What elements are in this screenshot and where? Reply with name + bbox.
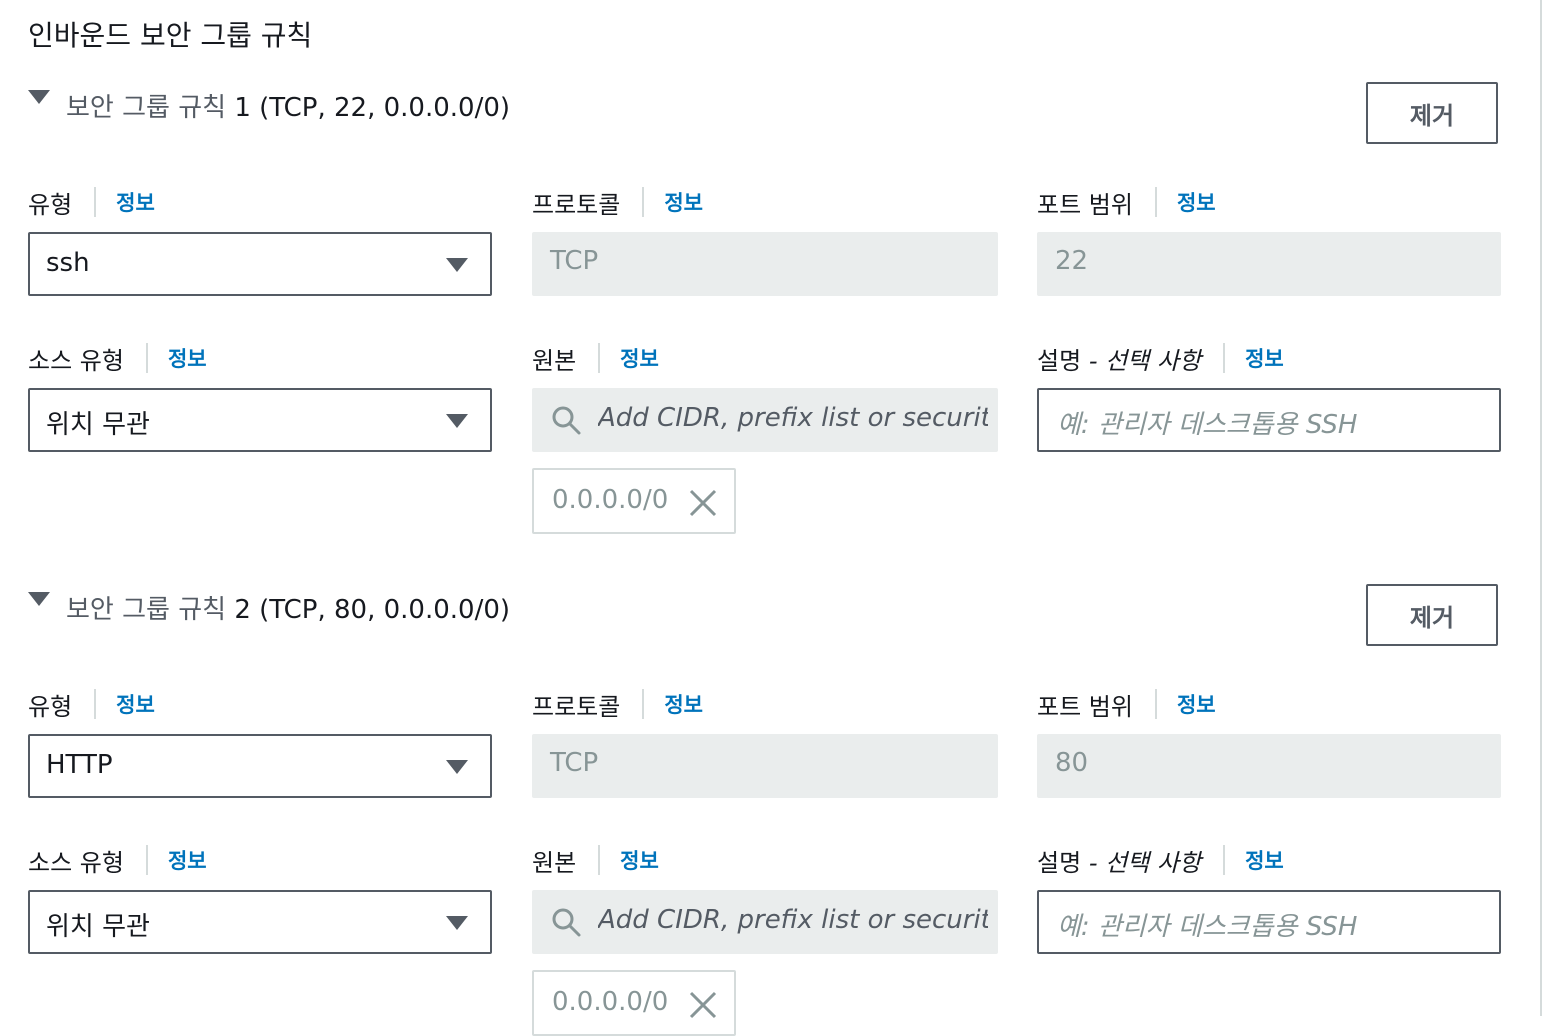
source-search-input[interactable]: Add CIDR, prefix list or security	[532, 388, 998, 452]
type-info-link[interactable]: 정보	[116, 689, 155, 719]
close-icon[interactable]	[688, 488, 718, 522]
source-type-info-link[interactable]: 정보	[168, 343, 207, 373]
port-range-info-link[interactable]: 정보	[1177, 689, 1216, 719]
dropdown-arrow-icon	[446, 414, 468, 428]
dropdown-arrow-icon	[446, 760, 468, 774]
source-type-select[interactable]: 위치 무관	[28, 890, 492, 954]
port-range-readonly-input: 80	[1037, 734, 1501, 798]
protocol-label: 프로토콜	[532, 190, 621, 219]
security-group-rule-2: 보안 그룹 규칙 2 (TCP, 80, 0.0.0.0/0) 제거 유형 정보 …	[0, 584, 1542, 1036]
type-select[interactable]: HTTP	[28, 734, 492, 798]
port-range-label: 포트 범위	[1037, 190, 1133, 219]
close-icon[interactable]	[688, 990, 718, 1024]
description-input[interactable]: 예: 관리자 데스크톱용 SSH	[1037, 890, 1501, 954]
protocol-info-link[interactable]: 정보	[664, 689, 703, 719]
type-label: 유형	[28, 692, 73, 721]
type-label: 유형	[28, 190, 73, 219]
description-info-link[interactable]: 정보	[1245, 343, 1284, 373]
security-group-rule-1: 보안 그룹 규칙 1 (TCP, 22, 0.0.0.0/0) 제거 유형 정보 …	[0, 82, 1542, 534]
description-input[interactable]: 예: 관리자 데스크톱용 SSH	[1037, 388, 1501, 452]
source-type-info-link[interactable]: 정보	[168, 845, 207, 875]
description-info-link[interactable]: 정보	[1245, 845, 1284, 875]
search-icon	[550, 906, 582, 942]
rule-header: 보안 그룹 규칙 1 (TCP, 22, 0.0.0.0/0) 제거	[28, 82, 1508, 144]
type-select[interactable]: ssh	[28, 232, 492, 296]
source-info-link[interactable]: 정보	[620, 845, 659, 875]
rule-header: 보안 그룹 규칙 2 (TCP, 80, 0.0.0.0/0) 제거	[28, 584, 1508, 646]
caret-down-icon[interactable]	[28, 90, 50, 104]
cidr-token: 0.0.0.0/0	[532, 970, 736, 1036]
protocol-readonly-input: TCP	[532, 734, 998, 798]
protocol-readonly-input: TCP	[532, 232, 998, 296]
remove-rule-button[interactable]: 제거	[1366, 82, 1498, 144]
description-label: 설명 - 선택 사항	[1037, 848, 1202, 877]
search-icon	[550, 404, 582, 440]
source-label: 원본	[532, 346, 577, 375]
source-type-label: 소스 유형	[28, 848, 124, 877]
rule-title: 보안 그룹 규칙 2 (TCP, 80, 0.0.0.0/0)	[66, 595, 511, 625]
protocol-label: 프로토콜	[532, 692, 621, 721]
source-label: 원본	[532, 848, 577, 877]
dropdown-arrow-icon	[446, 258, 468, 272]
remove-rule-button[interactable]: 제거	[1366, 584, 1498, 646]
source-info-link[interactable]: 정보	[620, 343, 659, 373]
port-range-readonly-input: 22	[1037, 232, 1501, 296]
source-type-label: 소스 유형	[28, 346, 124, 375]
caret-down-icon[interactable]	[28, 592, 50, 606]
type-info-link[interactable]: 정보	[116, 187, 155, 217]
page-title: 인바운드 보안 그룹 규칙	[28, 19, 313, 52]
port-range-label: 포트 범위	[1037, 692, 1133, 721]
protocol-info-link[interactable]: 정보	[664, 187, 703, 217]
cidr-token: 0.0.0.0/0	[532, 468, 736, 534]
dropdown-arrow-icon	[446, 916, 468, 930]
source-search-input[interactable]: Add CIDR, prefix list or security	[532, 890, 998, 954]
source-type-select[interactable]: 위치 무관	[28, 388, 492, 452]
description-label: 설명 - 선택 사항	[1037, 346, 1202, 375]
rule-title: 보안 그룹 규칙 1 (TCP, 22, 0.0.0.0/0)	[66, 93, 511, 123]
port-range-info-link[interactable]: 정보	[1177, 187, 1216, 217]
